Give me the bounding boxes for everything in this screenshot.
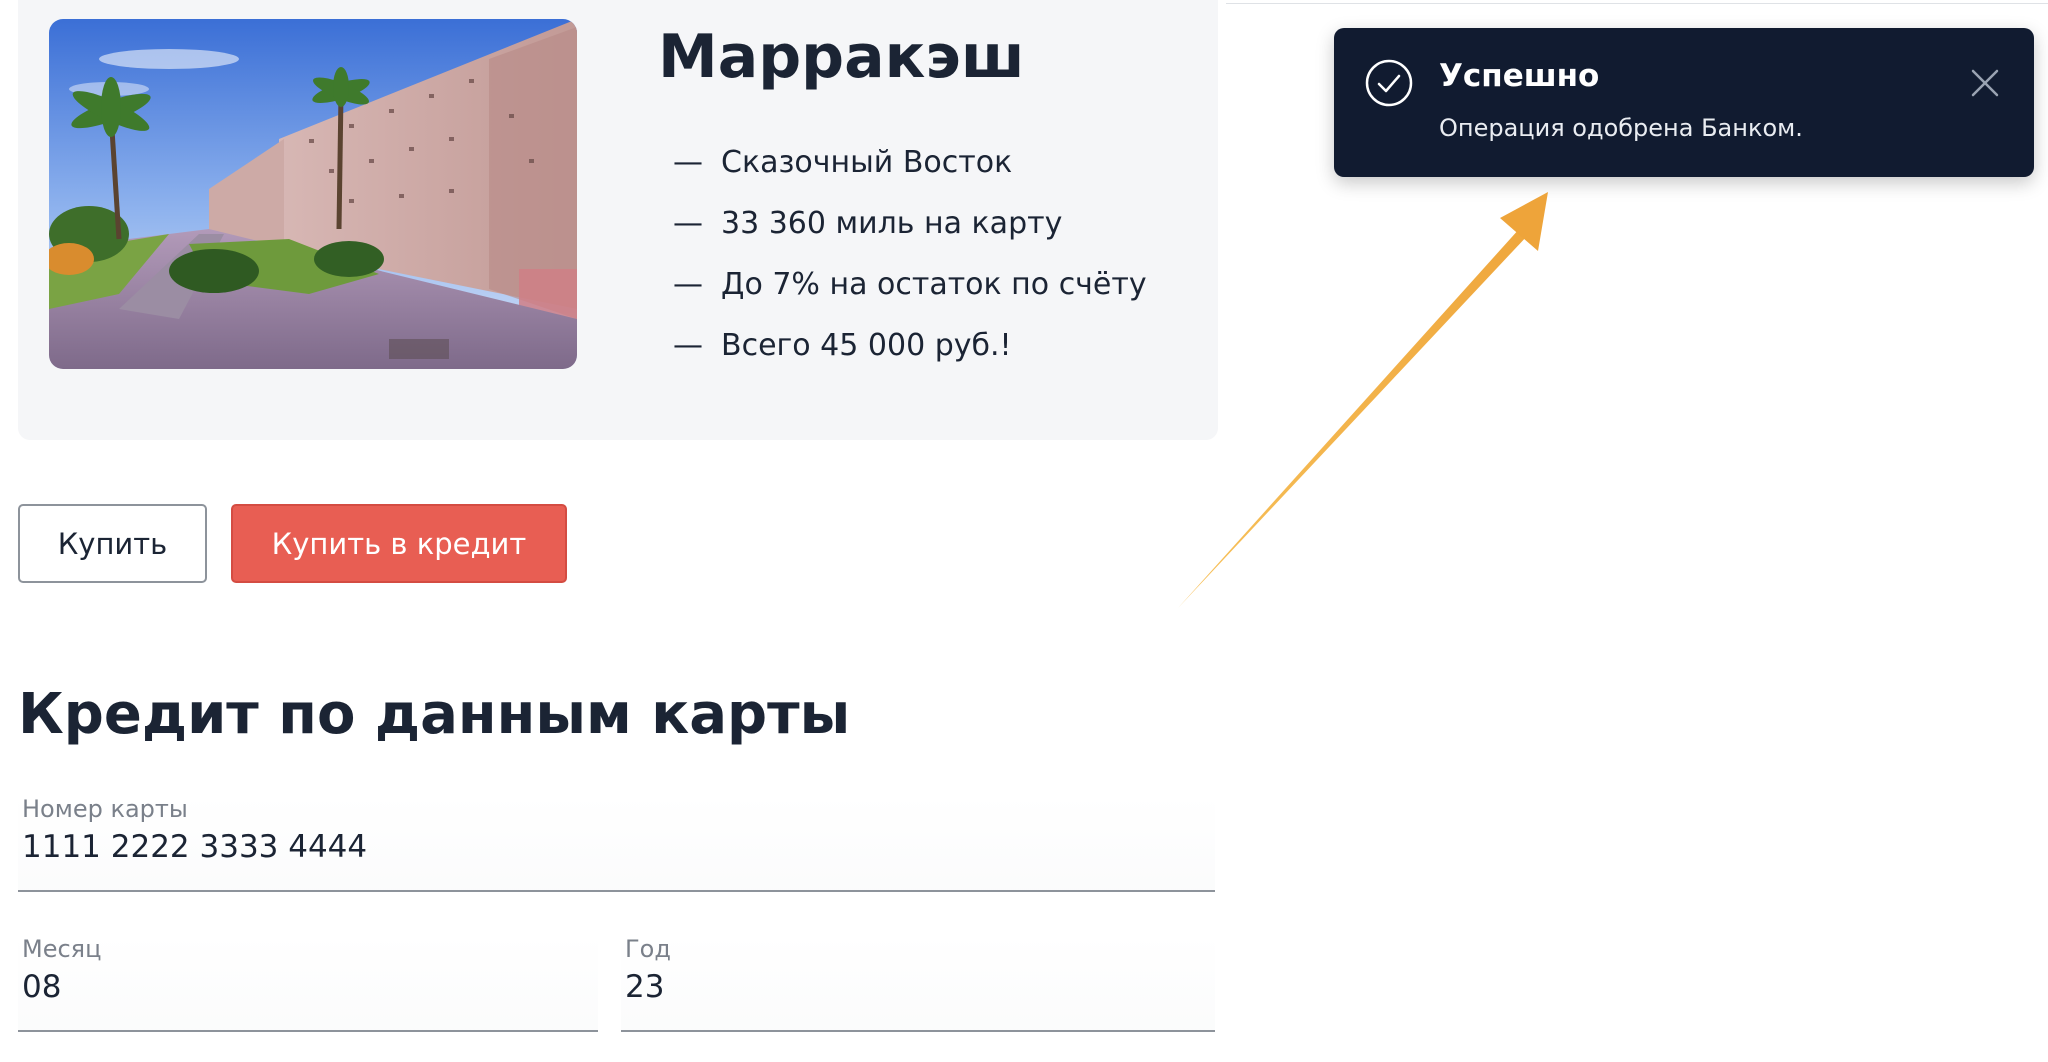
- list-item: — 33 360 миль на карту: [673, 193, 1147, 254]
- page: Марракэш — Сказочный Восток — 33 360 мил…: [0, 0, 2048, 1062]
- notification-title: Успешно: [1439, 58, 1600, 94]
- month-input[interactable]: 08: [22, 969, 61, 1005]
- feature-dash: —: [673, 145, 703, 180]
- check-circle-icon: [1365, 59, 1413, 107]
- year-label: Год: [625, 935, 671, 963]
- credit-section-title: Кредит по данным карты: [18, 682, 851, 747]
- product-image: [49, 19, 577, 369]
- buy-credit-button[interactable]: Купить в кредит: [231, 504, 567, 583]
- feature-dash: —: [673, 328, 703, 363]
- card-number-input[interactable]: 1111 2222 3333 4444: [22, 829, 367, 865]
- buy-button[interactable]: Купить: [18, 504, 207, 583]
- year-field[interactable]: Год 23: [621, 935, 1215, 1032]
- feature-text: До 7% на остаток по счёту: [721, 267, 1147, 302]
- year-input[interactable]: 23: [625, 969, 664, 1005]
- notification-message: Операция одобрена Банком.: [1439, 114, 1803, 142]
- close-icon[interactable]: [1968, 66, 2002, 100]
- feature-text: Всего 45 000 руб.!: [721, 328, 1012, 363]
- list-item: — До 7% на остаток по счёту: [673, 254, 1147, 315]
- month-label: Месяц: [22, 935, 102, 963]
- product-title: Марракэш: [658, 22, 1025, 92]
- list-item: — Всего 45 000 руб.!: [673, 315, 1147, 376]
- product-card: Марракэш — Сказочный Восток — 33 360 мил…: [18, 0, 1218, 440]
- success-notification: Успешно Операция одобрена Банком.: [1334, 28, 2034, 177]
- feature-dash: —: [673, 206, 703, 241]
- card-number-label: Номер карты: [22, 795, 188, 823]
- list-item: — Сказочный Восток: [673, 132, 1147, 193]
- city-wall-photo: [49, 19, 577, 369]
- feature-text: Сказочный Восток: [721, 145, 1013, 180]
- month-field[interactable]: Месяц 08: [18, 935, 598, 1032]
- feature-dash: —: [673, 267, 703, 302]
- top-divider: [1226, 3, 2048, 4]
- card-number-field[interactable]: Номер карты 1111 2222 3333 4444: [18, 795, 1215, 892]
- feature-text: 33 360 миль на карту: [721, 206, 1063, 241]
- feature-list: — Сказочный Восток — 33 360 миль на карт…: [673, 132, 1147, 376]
